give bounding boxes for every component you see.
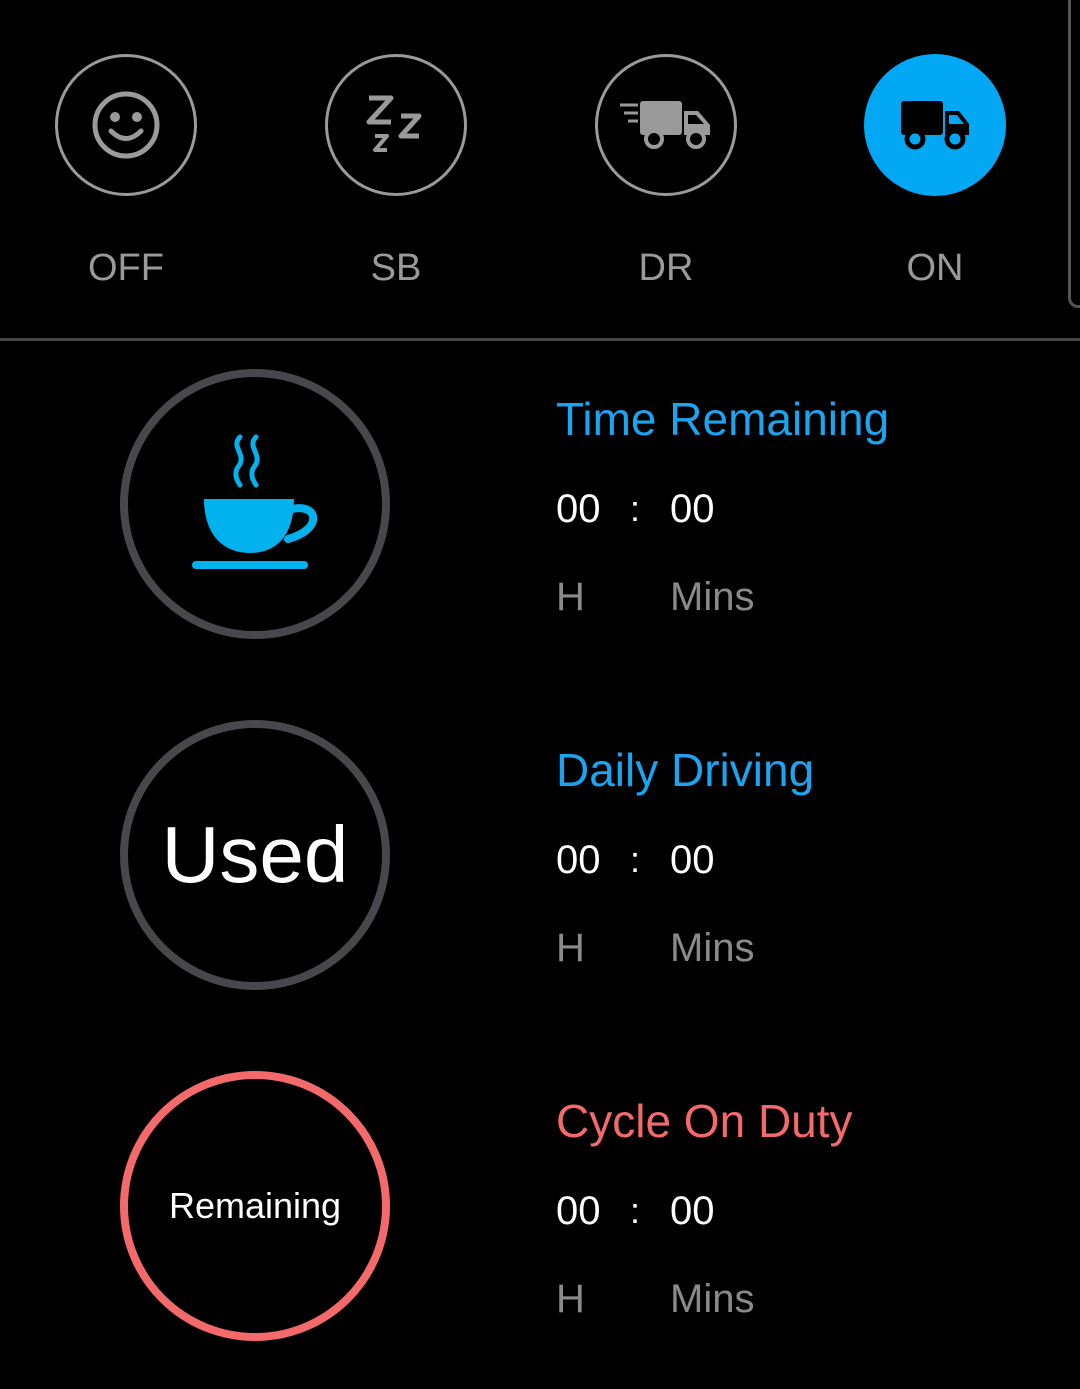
coffee-cup-icon: [192, 434, 318, 569]
time-remaining-hours: 00: [556, 487, 601, 531]
daily-driving-minutes: 00: [670, 838, 715, 882]
status-button-sb[interactable]: [325, 54, 467, 196]
daily-driving-hours: 00: [556, 838, 601, 882]
divider: [0, 338, 1080, 341]
status-label-off: OFF: [88, 247, 164, 289]
daily-driving-title: Daily Driving: [556, 744, 815, 796]
time-remaining-title: Time Remaining: [556, 393, 890, 445]
scroll-handle[interactable]: [1068, 0, 1080, 308]
cycle-on-duty-hours: 00: [556, 1189, 601, 1233]
used-circle[interactable]: Used: [120, 720, 390, 990]
status-button-dr[interactable]: [595, 54, 737, 196]
remaining-circle[interactable]: Remaining: [120, 1071, 390, 1341]
hours-unit-label: H: [556, 575, 585, 619]
status-label-on: ON: [906, 247, 964, 289]
duty-status-bar: OFF SB DR ON: [0, 0, 1080, 340]
status-label-sb: SB: [370, 247, 422, 289]
time-remaining-minutes: 00: [670, 487, 715, 531]
minutes-unit-label: Mins: [670, 926, 755, 970]
time-separator: :: [630, 1190, 641, 1231]
used-label: Used: [161, 810, 349, 899]
hours-unit-label: H: [556, 926, 585, 970]
time-separator: :: [630, 488, 641, 529]
time-separator: :: [630, 839, 641, 880]
minutes-unit-label: Mins: [670, 1277, 755, 1321]
smiley-icon: [92, 91, 160, 159]
moving-truck-icon: [620, 101, 710, 149]
sleep-zzz-icon: [366, 95, 422, 152]
minutes-unit-label: Mins: [670, 575, 755, 619]
status-label-dr: DR: [638, 247, 694, 289]
hours-unit-label: H: [556, 1277, 585, 1321]
status-button-on[interactable]: [864, 54, 1006, 196]
cycle-on-duty-title: Cycle On Duty: [556, 1095, 853, 1147]
remaining-label: Remaining: [168, 1185, 342, 1226]
status-button-off[interactable]: [55, 54, 197, 196]
break-circle[interactable]: [120, 369, 390, 639]
truck-icon: [901, 101, 969, 150]
cycle-on-duty-minutes: 00: [670, 1189, 715, 1233]
